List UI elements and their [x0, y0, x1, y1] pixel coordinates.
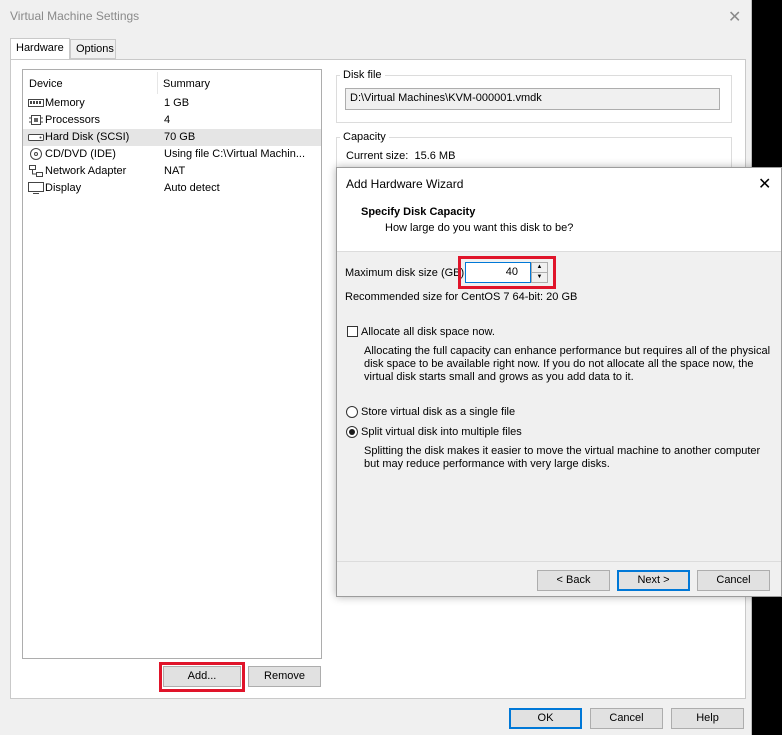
window-title: Virtual Machine Settings: [10, 9, 140, 23]
spin-up-icon[interactable]: ▲: [532, 263, 547, 273]
device-summary: 70 GB: [164, 131, 196, 143]
device-name: Network Adapter: [45, 165, 127, 177]
split-description-line: but may reduce performance with very lar…: [364, 458, 610, 470]
device-summary: Auto detect: [164, 182, 220, 194]
single-file-radio[interactable]: [346, 406, 358, 418]
hard-disk-icon: [28, 134, 44, 141]
wizard-title: Add Hardware Wizard: [346, 177, 464, 191]
allocate-description-line: disk space to be available right now. If…: [364, 358, 754, 370]
tab-hardware[interactable]: Hardware: [10, 38, 70, 60]
device-summary: Using file C:\Virtual Machin...: [164, 148, 306, 160]
wizard-subheading: How large do you want this disk to be?: [385, 222, 574, 234]
capacity-group-label: Capacity: [340, 131, 389, 143]
device-name: Memory: [45, 97, 85, 109]
memory-icon: [28, 99, 44, 107]
device-summary: 1 GB: [164, 97, 190, 109]
device-summary: 4: [164, 114, 171, 126]
back-button[interactable]: < Back: [537, 570, 610, 591]
allocate-all-checkbox[interactable]: [347, 326, 358, 337]
multiple-files-label[interactable]: Split virtual disk into multiple files: [361, 426, 522, 438]
next-button[interactable]: Next >: [617, 570, 690, 591]
device-name: Display: [45, 182, 82, 194]
close-icon[interactable]: ✕: [758, 174, 771, 194]
wizard-titlebar: Add Hardware Wizard ✕: [337, 168, 781, 199]
close-icon[interactable]: ✕: [728, 7, 741, 27]
wizard-cancel-button[interactable]: Cancel: [697, 570, 770, 591]
device-row-display[interactable]: Display Auto detect: [23, 180, 321, 197]
cancel-button[interactable]: Cancel: [590, 708, 663, 729]
device-name: CD/DVD (IDE): [45, 148, 116, 160]
single-file-label[interactable]: Store virtual disk as a single file: [361, 406, 515, 418]
processor-icon: [29, 115, 43, 125]
column-separator: [157, 72, 158, 94]
disk-file-group-label: Disk file: [340, 69, 385, 81]
remove-button[interactable]: Remove: [248, 666, 321, 687]
max-disk-size-label: Maximum disk size (GB):: [345, 267, 468, 279]
disk-file-path-field[interactable]: D:\Virtual Machines\KVM-000001.vmdk: [345, 88, 720, 110]
wizard-footer-separator: [337, 561, 781, 562]
network-adapter-icon: [29, 165, 43, 177]
wizard-heading: Specify Disk Capacity: [361, 206, 476, 218]
recommended-size-text: Recommended size for CentOS 7 64-bit: 20…: [345, 291, 578, 303]
device-name: Processors: [45, 114, 101, 126]
device-name: Hard Disk (SCSI): [45, 131, 130, 143]
split-description-line: Splitting the disk makes it easier to mo…: [364, 445, 761, 457]
allocate-description-line: virtual disk starts small and grows as y…: [364, 371, 634, 383]
device-row-network-adapter[interactable]: Network Adapter NAT: [23, 163, 321, 180]
max-disk-size-input[interactable]: 40: [465, 262, 531, 283]
wizard-header: Specify Disk Capacity How large do you w…: [337, 199, 781, 252]
spin-down-icon[interactable]: ▼: [532, 273, 547, 282]
device-row-hard-disk[interactable]: Hard Disk (SCSI) 70 GB: [23, 129, 321, 146]
device-row-memory[interactable]: Memory 1 GB: [23, 95, 321, 112]
allocate-all-label[interactable]: Allocate all disk space now.: [361, 326, 495, 338]
add-button[interactable]: Add...: [163, 666, 241, 687]
current-size-text: Current size: 15.6 MB: [346, 150, 456, 162]
tab-options[interactable]: Options: [70, 39, 116, 59]
ok-button[interactable]: OK: [509, 708, 582, 729]
column-header-device[interactable]: Device: [29, 78, 63, 90]
display-icon: [28, 182, 44, 194]
allocate-description-line: Allocating the full capacity can enhance…: [364, 345, 771, 357]
device-summary: NAT: [164, 165, 186, 177]
cd-dvd-icon: [30, 148, 42, 160]
column-header-summary[interactable]: Summary: [163, 78, 210, 90]
device-row-processors[interactable]: Processors 4: [23, 112, 321, 129]
help-button[interactable]: Help: [671, 708, 744, 729]
max-disk-size-spinner[interactable]: ▲ ▼: [531, 262, 548, 283]
multiple-files-radio[interactable]: [346, 426, 358, 438]
device-row-cd-dvd[interactable]: CD/DVD (IDE) Using file C:\Virtual Machi…: [23, 146, 321, 163]
